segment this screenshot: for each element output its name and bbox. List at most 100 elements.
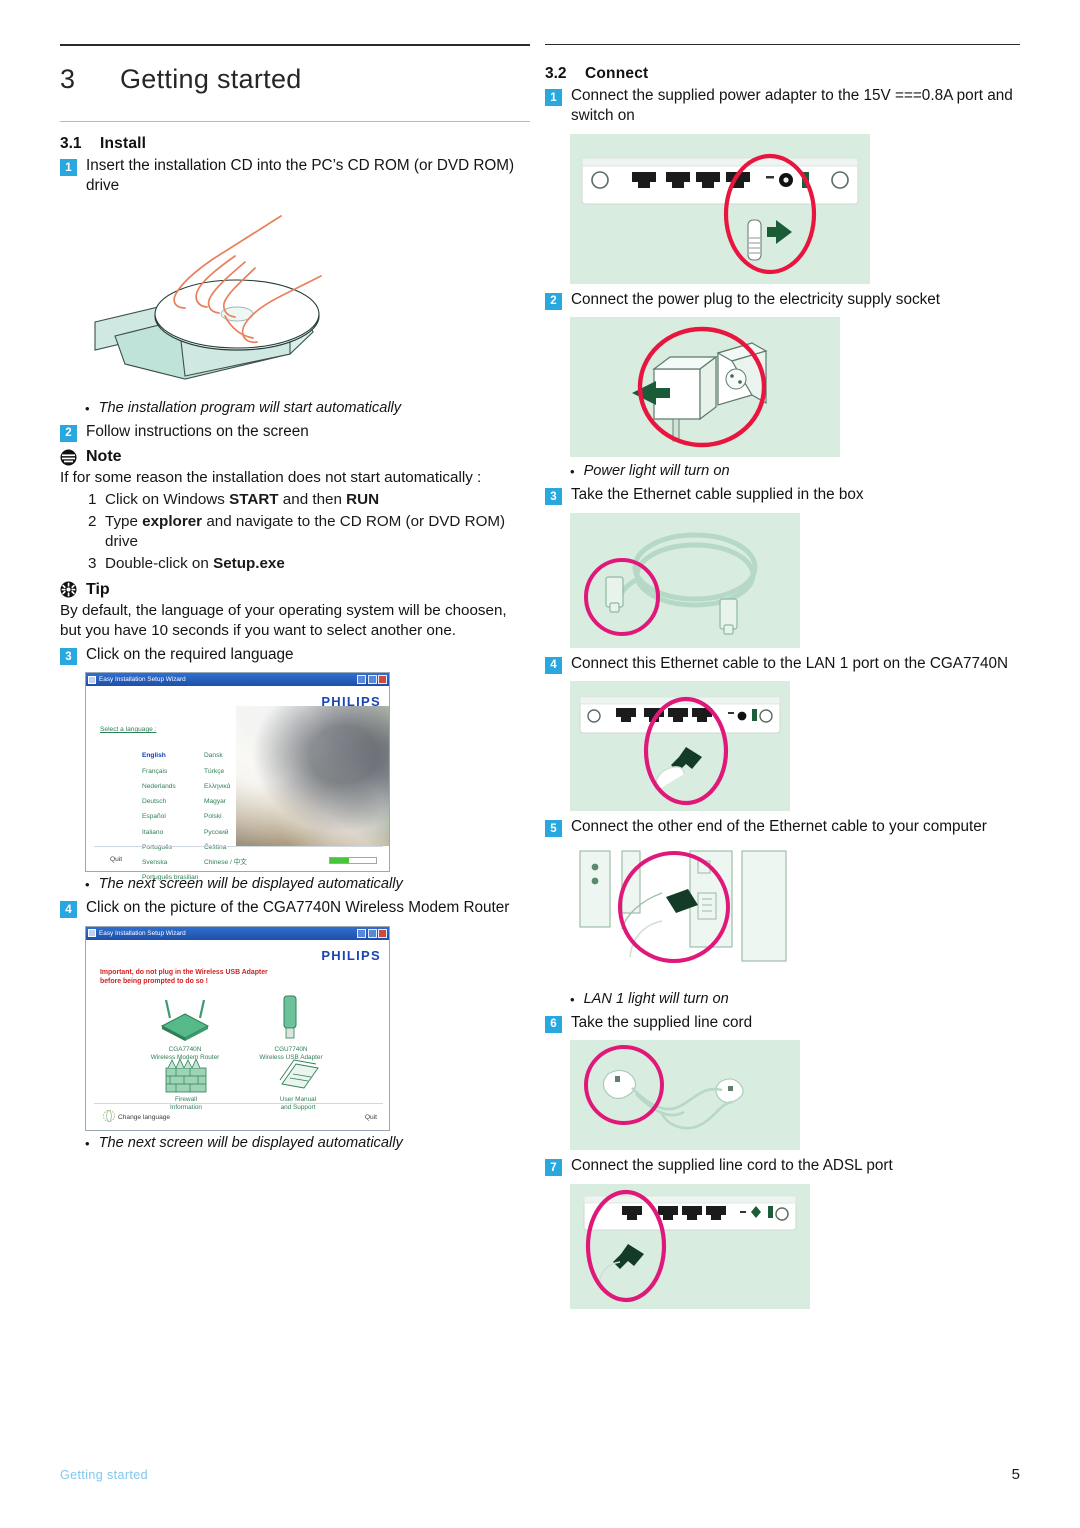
change-language-link[interactable]: Change language xyxy=(118,1114,170,1121)
right-column: 3.2 Connect 1 Connect the supplied power… xyxy=(545,44,1020,1315)
figure-ethernet-cable xyxy=(570,512,800,648)
computer-back-illustration xyxy=(579,850,787,963)
router-icon[interactable] xyxy=(156,998,214,1042)
step-badge: 4 xyxy=(60,901,77,919)
tile-label-manual: User Manual and Support xyxy=(279,1095,317,1112)
quit-button[interactable]: Quit xyxy=(110,856,122,863)
step-badge: 3 xyxy=(545,488,562,506)
philips-logo: PHILIPS xyxy=(321,694,381,710)
step-connect-1: 1 Connect the supplied power adapter to … xyxy=(545,86,1020,127)
power-plug-socket-illustration xyxy=(632,327,768,448)
window-title: Easy Installation Setup Wizard xyxy=(99,929,186,937)
note-item: 3 Double-click on Setup.exe xyxy=(88,554,530,575)
firewall-icon[interactable] xyxy=(164,1057,208,1094)
screenshot-language-wizard: Easy Installation Setup Wizard PHILIPS S… xyxy=(85,672,390,881)
language-option[interactable]: Magyar xyxy=(204,794,247,809)
step-install-3: 3 Click on the required language xyxy=(60,645,530,665)
line-cord-illustration xyxy=(584,1045,744,1130)
note-item-number: 1 xyxy=(88,490,97,508)
language-option[interactable]: Svenska xyxy=(142,855,198,870)
figure-computer-connect xyxy=(570,844,795,985)
maximize-button[interactable] xyxy=(367,675,377,685)
language-column-2: Dansk Türkçe Ελληνικά Magyar Polski Русс… xyxy=(204,748,247,870)
close-button[interactable] xyxy=(378,675,387,685)
caption-install-auto: • The installation program will start au… xyxy=(85,400,530,419)
step-connect-6: 6 Take the supplied line cord xyxy=(545,1013,1020,1033)
figure-cd-insert xyxy=(85,203,385,394)
section-number: 3.2 xyxy=(545,65,567,82)
step-text: Follow instructions on the screen xyxy=(86,422,309,440)
language-option[interactable]: Español xyxy=(142,809,198,824)
step-install-4: 4 Click on the picture of the CGA7740N W… xyxy=(60,898,530,919)
usb-adapter-icon[interactable] xyxy=(278,994,302,1044)
chapter-title: Getting started xyxy=(120,64,302,94)
window-controls xyxy=(357,675,387,685)
window-titlebar: Easy Installation Setup Wizard xyxy=(86,673,389,687)
language-option[interactable]: Русский xyxy=(204,825,247,840)
step-badge: 2 xyxy=(60,424,77,442)
cd-drive-illustration xyxy=(94,215,322,380)
window-app-icon xyxy=(88,929,96,938)
language-option[interactable]: Italiano xyxy=(142,825,198,840)
window-divider xyxy=(94,1102,383,1104)
caption-power-light: • Power light will turn on xyxy=(570,463,1020,482)
caption-text: Power light will turn on xyxy=(583,463,730,480)
globe-icon xyxy=(103,1109,115,1122)
window-titlebar: Easy Installation Setup Wizard xyxy=(86,926,389,940)
step-connect-4: 4 Connect this Ethernet cable to the LAN… xyxy=(545,654,1020,674)
note-intro: If for some reason the installation does… xyxy=(60,469,482,487)
manual-page: 3 Getting started 3.1 Install 1 Insert t… xyxy=(0,0,1080,1528)
tip-callout: Tip xyxy=(60,581,530,599)
step-text: Take the Ethernet cable supplied in the … xyxy=(571,486,864,504)
chapter-heading: 3 Getting started xyxy=(60,64,530,95)
language-option[interactable]: Français xyxy=(142,764,198,779)
section-name: Install xyxy=(100,135,147,152)
caption-lan1-light: • LAN 1 light will turn on xyxy=(570,991,1020,1010)
window-title: Easy Installation Setup Wizard xyxy=(99,676,186,684)
page-number: 5 xyxy=(1011,1466,1020,1483)
footer-chapter-label: Getting started xyxy=(60,1468,148,1482)
caption-text: LAN 1 light will turn on xyxy=(583,990,729,1007)
section-heading-install: 3.1 Install xyxy=(60,135,530,153)
caption-next-screen-2: • The next screen will be displayed auto… xyxy=(85,1135,530,1154)
language-option[interactable]: Português brasilian xyxy=(142,870,198,885)
figure-lan1-port xyxy=(570,681,790,812)
step-connect-2: 2 Connect the power plug to the electric… xyxy=(545,290,1020,310)
bullet-dot-icon: • xyxy=(570,991,575,1007)
maximize-button[interactable] xyxy=(367,928,377,938)
section-name: Connect xyxy=(585,65,649,82)
note-item-text: Type explorer and navigate to the CD ROM… xyxy=(105,512,506,551)
bullet-dot-icon: • xyxy=(85,400,90,416)
select-language-label: Select a language : xyxy=(100,726,157,734)
figure-wall-socket xyxy=(570,317,840,458)
ethernet-cable-illustration xyxy=(584,532,758,636)
language-option[interactable]: Ελληνικά xyxy=(204,779,247,794)
step-text: Connect the other end of the Ethernet ca… xyxy=(571,818,987,836)
chapter-number: 3 xyxy=(60,64,76,94)
close-button[interactable] xyxy=(378,928,387,938)
step-badge: 5 xyxy=(545,820,562,838)
bullet-dot-icon: • xyxy=(85,1135,90,1151)
language-option[interactable]: Dansk xyxy=(204,748,247,763)
step-badge: 3 xyxy=(60,648,77,665)
language-option[interactable]: Deutsch xyxy=(142,794,198,809)
user-manual-icon[interactable] xyxy=(278,1058,322,1094)
language-option[interactable]: Polski xyxy=(204,809,247,824)
minimize-button[interactable] xyxy=(357,928,366,938)
window-controls xyxy=(357,928,387,938)
step-text: Connect the supplied line cord to the AD… xyxy=(571,1157,893,1175)
window-body: PHILIPS Select a language : English Fran… xyxy=(86,686,389,881)
language-option[interactable]: Chinese / 中文 xyxy=(204,855,247,870)
language-option[interactable]: English xyxy=(142,748,198,763)
language-option[interactable]: Nederlands xyxy=(142,779,198,794)
minimize-button[interactable] xyxy=(357,675,366,685)
note-item-number: 2 xyxy=(88,512,97,530)
step-connect-7: 7 Connect the supplied line cord to the … xyxy=(545,1156,1020,1177)
step-text: Insert the installation CD into the PC’s… xyxy=(86,157,515,195)
step-text: Connect the power plug to the electricit… xyxy=(571,290,941,308)
tip-text: By default, the language of your operati… xyxy=(60,601,507,640)
step-text: Click on the picture of the CGA7740N Wir… xyxy=(86,899,510,917)
note-item-text: Double-click on Setup.exe xyxy=(105,554,285,572)
language-option[interactable]: Türkçe xyxy=(204,764,247,779)
quit-button[interactable]: Quit xyxy=(365,1114,377,1121)
